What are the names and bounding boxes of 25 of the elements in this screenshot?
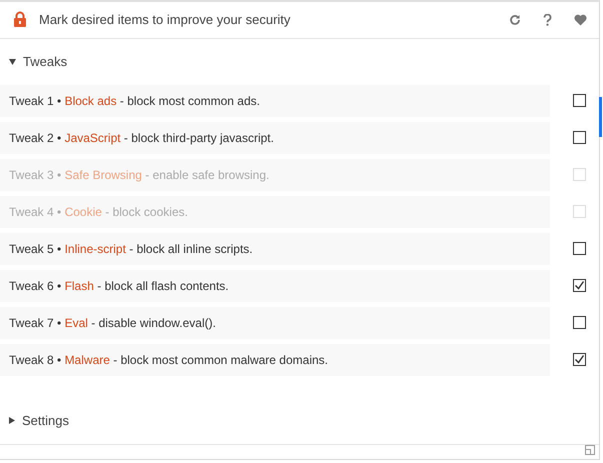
section-toggle[interactable]: Settings — [9, 410, 69, 430]
tweak-row: Tweak 6 • Flash - block all flash contents. — [0, 270, 550, 302]
tweak-row: Tweak 8 • Malware - block most common malware domains. — [0, 344, 550, 376]
tweak-row: Tweak 1 • Block ads - block most common ads. — [0, 84, 550, 117]
checkbox[interactable] — [573, 242, 586, 256]
checkbox[interactable] — [573, 316, 586, 330]
tweak-row: Tweak 7 • Eval - disable window.eval(). — [0, 306, 550, 339]
tweak-row: Tweak 2 • JavaScript - block third-party javascript. — [0, 122, 550, 154]
checkbox[interactable] — [573, 131, 586, 144]
checkbox[interactable] — [573, 279, 586, 292]
checkbox[interactable] — [573, 353, 586, 366]
header-title: Mark desired items to improve your security — [39, 11, 290, 30]
caret-down-icon — [9, 58, 16, 65]
resize-handle-icon[interactable] — [585, 445, 595, 455]
refresh-icon[interactable] — [509, 14, 521, 26]
section-toggle[interactable]: Tweaks — [9, 52, 68, 72]
padlock-icon — [13, 11, 27, 28]
heart-icon[interactable] — [574, 14, 587, 26]
tweak-row: Tweak 4 • Cookie - block cookies. — [0, 196, 550, 228]
tweak-row: Tweak 3 • Safe Browsing - enable safe browsing. — [0, 158, 550, 191]
help-icon[interactable] — [543, 14, 552, 26]
caret-right-icon — [9, 417, 15, 424]
checkbox[interactable] — [573, 94, 586, 108]
tweak-row: Tweak 5 • Inline-script - block all inline scripts. — [0, 232, 550, 265]
scrollbar-thumb[interactable] — [599, 97, 602, 137]
